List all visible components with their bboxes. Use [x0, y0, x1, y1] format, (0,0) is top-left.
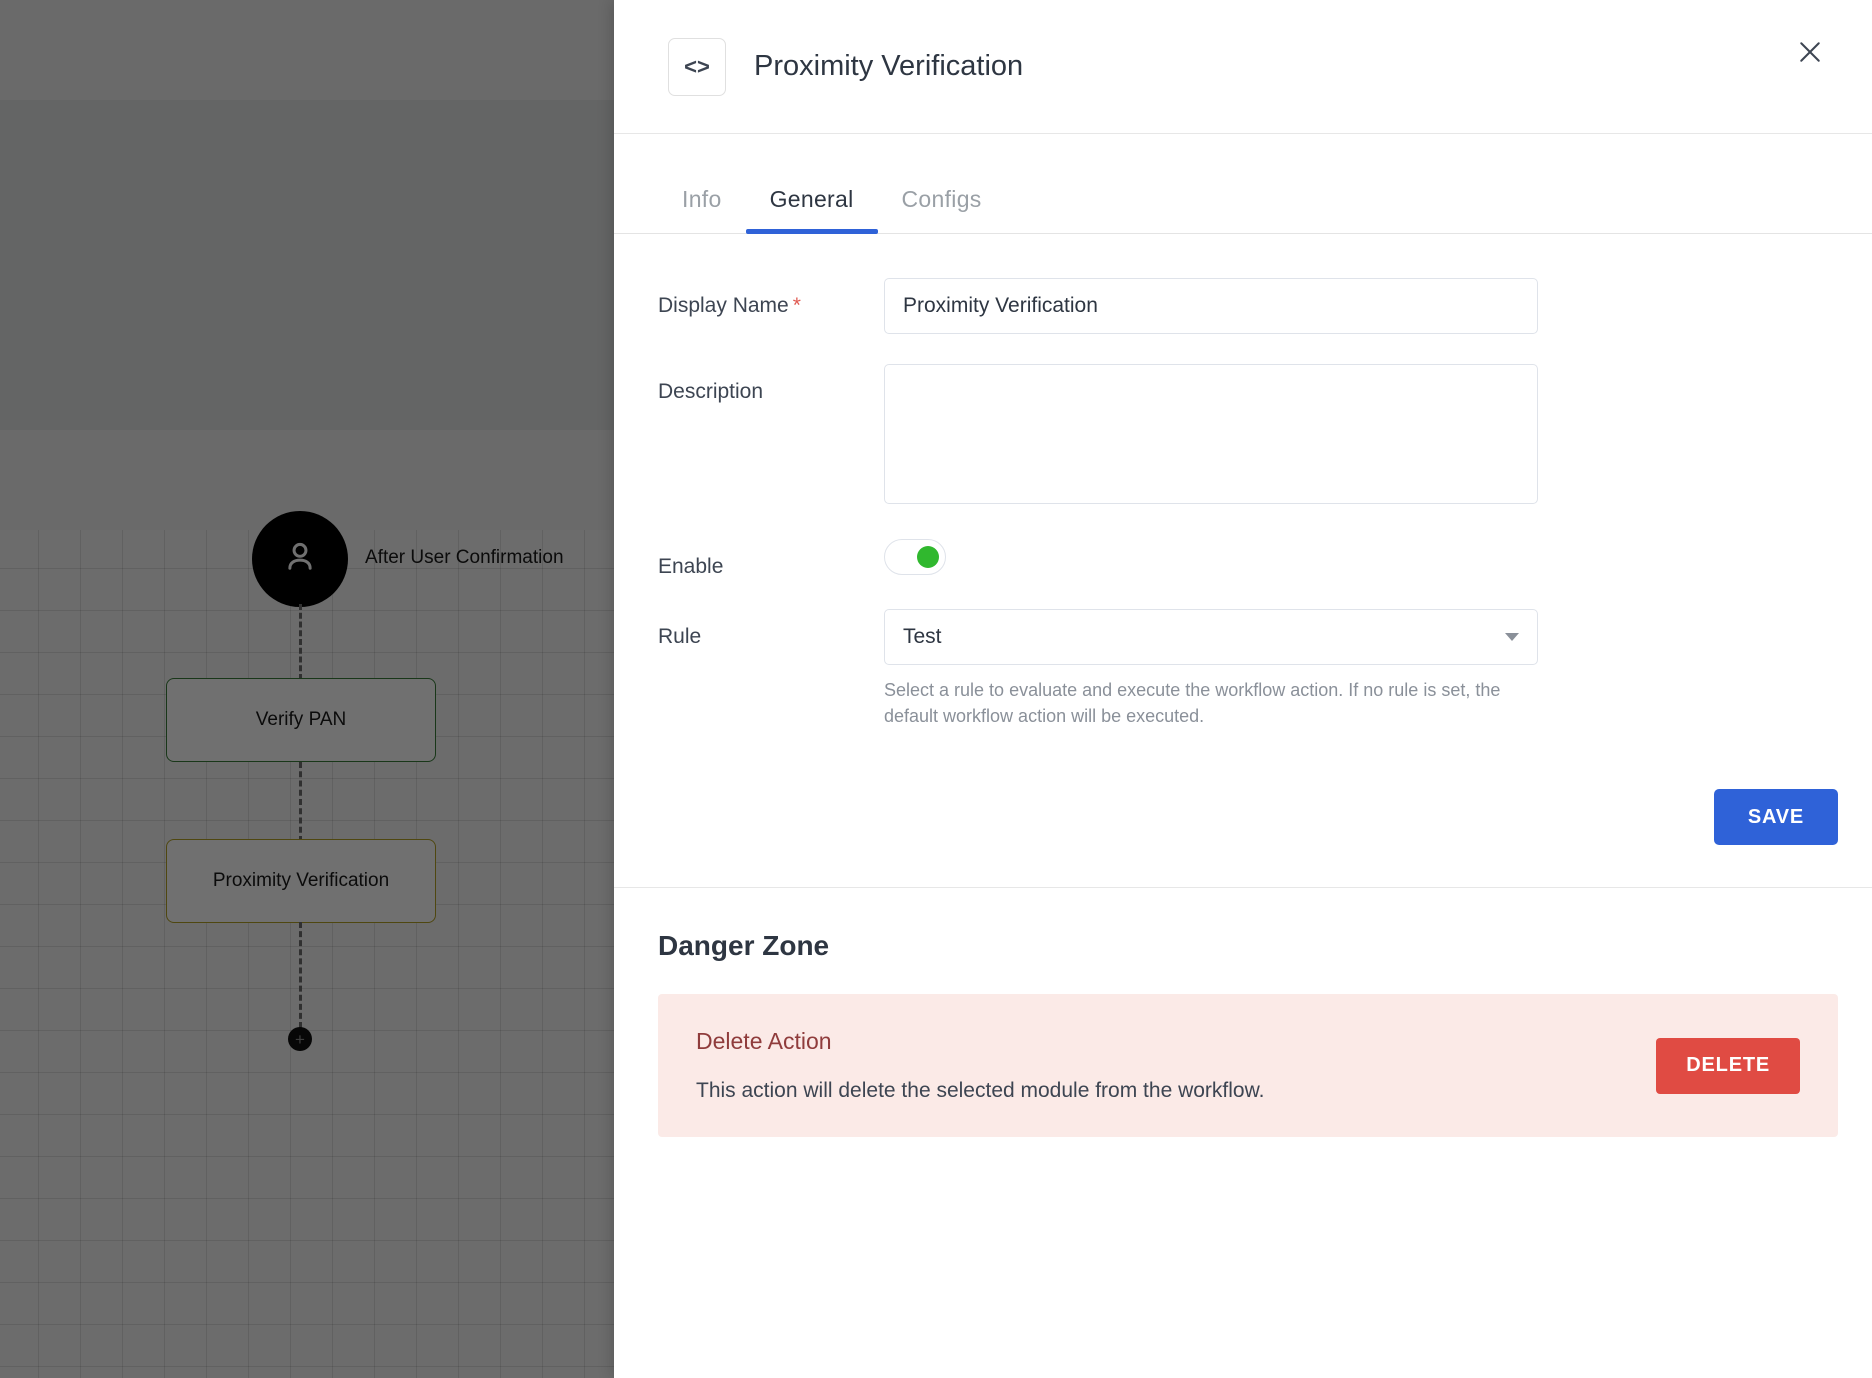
workflow-canvas-clip: After User Confirmation Verify PAN Proxi…	[0, 0, 614, 1378]
enable-toggle[interactable]	[884, 539, 946, 575]
delete-button[interactable]: DELETE	[1656, 1037, 1800, 1094]
tab-bar: Info General Configs	[614, 172, 1872, 234]
tab-list: Info General Configs	[658, 172, 1006, 234]
display-name-label-text: Display Name	[658, 294, 789, 317]
tab-general[interactable]: General	[745, 172, 878, 234]
app-screen: After User Confirmation Verify PAN Proxi…	[0, 0, 1872, 1378]
display-name-label: Display Name *	[658, 278, 884, 318]
delete-action-description: This action will delete the selected mod…	[696, 1079, 1265, 1103]
details-panel: <> Proximity Verification Info General C…	[614, 0, 1872, 1378]
display-name-control	[884, 278, 1538, 334]
delete-action-heading: Delete Action	[696, 1028, 832, 1055]
rule-select[interactable]: Test	[884, 609, 1538, 665]
form-row-description: Description	[658, 364, 1838, 509]
form-row-display-name: Display Name *	[658, 278, 1838, 334]
modal-overlay[interactable]	[0, 0, 614, 1378]
chevron-down-icon	[1505, 633, 1519, 641]
enable-label: Enable	[658, 555, 724, 578]
code-brackets-icon: <>	[668, 37, 726, 96]
tab-configs[interactable]: Configs	[878, 172, 1006, 233]
required-marker: *	[792, 294, 801, 317]
save-button[interactable]: SAVE	[1713, 789, 1838, 846]
code-badge-glyph: <>	[684, 53, 710, 79]
toggle-knob	[917, 546, 939, 568]
rule-helper-text: Select a rule to evaluate and execute th…	[884, 680, 1501, 727]
delete-action-text: Delete Action This action will delete th…	[696, 1028, 1264, 1103]
description-label: Description	[658, 380, 764, 403]
delete-action-box: Delete Action This action will delete th…	[658, 994, 1838, 1138]
rule-selected-value: Test	[903, 625, 942, 648]
description-control	[884, 364, 1538, 509]
description-input[interactable]	[884, 364, 1538, 504]
page-title: Proximity Verification	[754, 50, 1024, 82]
form-row-rule: Rule Test Select a rule to evaluate and …	[658, 609, 1838, 729]
form-actions: SAVE	[614, 759, 1872, 887]
rule-control: Test Select a rule to evaluate and execu…	[884, 609, 1538, 729]
display-name-input[interactable]	[884, 278, 1538, 334]
danger-zone-section: Danger Zone Delete Action This action wi…	[614, 888, 1872, 1138]
form-row-enable: Enable	[658, 539, 1838, 579]
tab-info[interactable]: Info	[658, 172, 746, 233]
general-form: Display Name* Description Enable	[614, 234, 1872, 729]
panel-header: <> Proximity Verification	[614, 0, 1872, 134]
danger-zone-title: Danger Zone	[658, 930, 830, 962]
close-button[interactable]	[1788, 32, 1832, 76]
close-icon	[1795, 37, 1825, 72]
enable-control	[884, 539, 1538, 575]
rule-label: Rule	[658, 625, 702, 648]
